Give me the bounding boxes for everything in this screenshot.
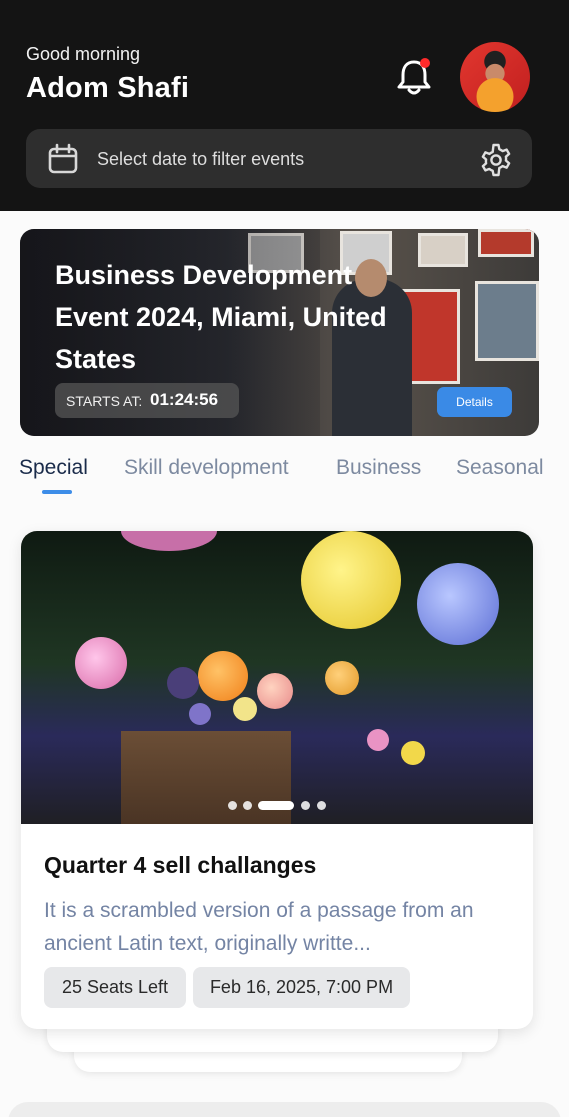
calendar-icon [48, 143, 78, 174]
lantern [233, 697, 257, 721]
lantern [167, 667, 199, 699]
tab-business[interactable]: Business [336, 456, 421, 480]
gear-icon[interactable] [478, 142, 514, 178]
lantern [257, 673, 293, 709]
notification-dot [420, 58, 430, 68]
date-filter-placeholder: Select date to filter events [97, 149, 305, 169]
event-title: Quarter 4 sell challanges [44, 852, 317, 878]
lantern [189, 703, 211, 725]
wall-frame [418, 233, 468, 267]
wall-frame [478, 229, 534, 257]
carousel-dot[interactable] [317, 801, 326, 810]
greeting-text: Good morning [26, 44, 141, 64]
carousel-dot[interactable] [301, 801, 310, 810]
event-description: It is a scrambled version of a passage f… [44, 899, 474, 955]
carousel-dot[interactable] [228, 801, 237, 810]
wall-frame [475, 281, 539, 361]
details-button[interactable]: Details [437, 387, 512, 417]
lantern [401, 741, 425, 765]
featured-event-title: Business Development Event 2024, Miami, … [55, 260, 387, 374]
event-date-badge: Feb 16, 2025, 7:00 PM [193, 967, 410, 1008]
event-image [21, 531, 533, 824]
lantern [198, 651, 248, 701]
tab-special[interactable]: Special [19, 456, 88, 480]
tab-seasonal[interactable]: Seasonal [456, 456, 544, 480]
lantern [325, 661, 359, 695]
app-screen: Good morning Adom Shafi Select date to f… [0, 0, 569, 1117]
lantern [121, 531, 217, 551]
tab-skill-development[interactable]: Skill development [124, 456, 289, 480]
user-avatar[interactable] [460, 42, 530, 112]
seats-left-badge: 25 Seats Left [44, 967, 186, 1008]
starts-at-label: STARTS AT: [66, 393, 143, 409]
countdown-timer: 01:24:56 [150, 390, 219, 409]
user-name: Adom Shafi [26, 72, 190, 104]
lantern [367, 729, 389, 751]
active-tab-indicator [42, 490, 72, 494]
lantern [301, 531, 401, 629]
lantern [417, 563, 499, 645]
bottom-sheet [8, 1102, 561, 1117]
carousel-dot-active[interactable] [258, 801, 294, 810]
carousel-dot[interactable] [243, 801, 252, 810]
lantern [75, 637, 127, 689]
hut-building [121, 731, 291, 824]
